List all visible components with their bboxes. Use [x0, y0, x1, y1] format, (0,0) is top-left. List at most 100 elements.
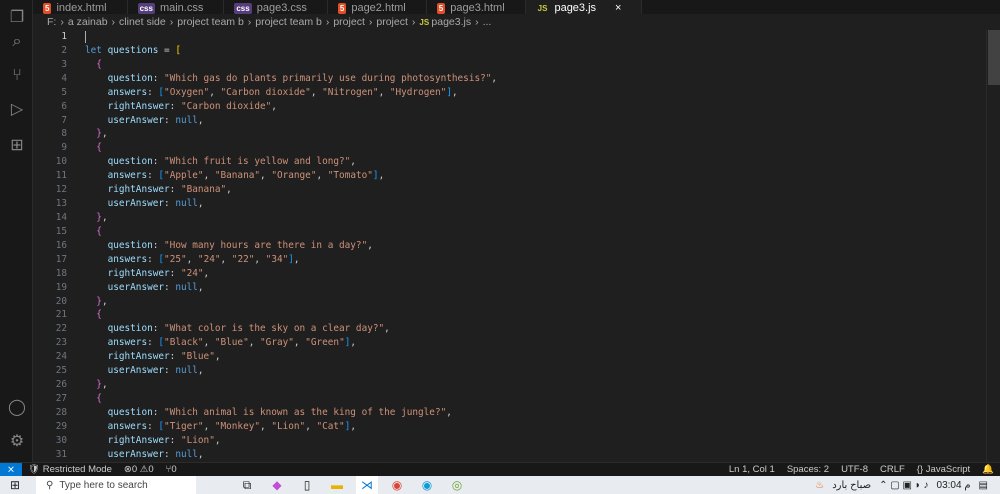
token-punc: :: [164, 281, 176, 293]
vscode-icon[interactable]: ⋊: [356, 476, 378, 494]
tab-page3-css[interactable]: css page3.css: [224, 0, 328, 14]
tray-icons[interactable]: ⌃ ▢ ▣ ◗ ♪: [879, 480, 928, 491]
chrome-icon[interactable]: ◉: [386, 476, 408, 494]
code-text: question: "Which gas do plants primarily…: [85, 72, 497, 86]
account-icon[interactable]: ◯: [7, 398, 27, 418]
token-str: "Which gas do plants primarily use durin…: [164, 72, 492, 84]
tab-main-css[interactable]: css main.css: [128, 0, 225, 14]
tab-label: page3.html: [450, 2, 505, 14]
line-ending[interactable]: CRLF: [880, 464, 905, 475]
settings-gear-icon[interactable]: ⚙: [7, 432, 27, 452]
windows-start-icon[interactable]: ⊞: [10, 478, 20, 492]
code-line: 30 rightAnswer: "Lion",: [33, 434, 986, 448]
token-str: "Banana": [180, 184, 227, 196]
tab-page2-html[interactable]: 5 page2.html: [328, 0, 427, 14]
token-punc: ,: [305, 420, 317, 432]
close-tab-icon[interactable]: ×: [615, 3, 621, 14]
breadcrumb-item[interactable]: clinet side: [119, 16, 166, 28]
chevron-right-icon: ›: [411, 16, 416, 28]
breadcrumb-item[interactable]: F:: [47, 16, 56, 28]
edge-icon[interactable]: ◉: [416, 476, 438, 494]
language-mode[interactable]: {} JavaScript: [917, 464, 970, 475]
breadcrumb-item[interactable]: project team b: [177, 16, 244, 28]
code-line: 16 question: "How many hours are there i…: [33, 239, 986, 253]
line-number: 8: [61, 128, 67, 140]
indentation[interactable]: Spaces: 2: [787, 464, 829, 475]
code-line: 3 {: [33, 58, 986, 72]
tab-page3-js[interactable]: JS page3.js ×: [525, 0, 643, 14]
file-icon[interactable]: ▯: [296, 476, 318, 494]
line-number: 9: [61, 142, 67, 154]
run-debug-icon[interactable]: ▷: [7, 100, 27, 120]
token-punc: ,: [101, 128, 108, 140]
token-var: answers: [107, 170, 148, 182]
encoding[interactable]: UTF-8: [841, 464, 868, 475]
html-file-icon: 5: [436, 3, 446, 14]
code-line: 7 userAnswer: null,: [33, 114, 986, 128]
token-keyword: let: [85, 44, 102, 56]
search-icon[interactable]: ⌕: [7, 32, 27, 52]
token-punc: [85, 142, 96, 153]
line-number: 21: [55, 309, 67, 321]
code-text: userAnswer: null,: [85, 114, 204, 128]
token-keyword: null: [175, 448, 198, 460]
file-explorer-icon[interactable]: ▬: [326, 476, 348, 494]
token-punc: :: [169, 100, 181, 112]
scrollbar-thumb[interactable]: [988, 30, 1000, 85]
line-number: 27: [55, 392, 67, 404]
code-line: 8 },: [33, 127, 986, 141]
token-punc: [85, 379, 96, 390]
breadcrumb-item[interactable]: project: [376, 16, 408, 28]
code-line: 31 userAnswer: null,: [33, 448, 986, 462]
token-punc: ,: [197, 365, 204, 377]
ports-count: 0: [171, 464, 177, 475]
remote-indicator-button[interactable]: ⨯: [0, 462, 22, 477]
weather-label[interactable]: صباح بارد: [832, 480, 871, 491]
notification-icon[interactable]: ▤: [979, 480, 988, 491]
source-control-icon[interactable]: ⑂: [7, 66, 27, 86]
token-punc: [85, 351, 108, 362]
css-file-icon: css: [137, 3, 155, 14]
ports-button[interactable]: ⑂0: [166, 464, 177, 475]
breadcrumb-item[interactable]: ...: [483, 16, 492, 28]
token-str: "22": [231, 253, 255, 265]
breadcrumb-item[interactable]: a zainab: [68, 16, 108, 28]
breadcrumb-item[interactable]: project: [333, 16, 365, 28]
code-line: 24 rightAnswer: "Blue",: [33, 350, 986, 364]
token-punc: [85, 393, 96, 404]
token-punc: ,: [378, 170, 385, 182]
explorer-icon[interactable]: ❐: [7, 8, 27, 28]
token-punc: :: [152, 323, 165, 335]
restricted-mode-button[interactable]: 🛡 Restricted Mode: [28, 464, 112, 475]
token-punc: ,: [350, 337, 357, 349]
token-var: answers: [107, 253, 148, 265]
line-number: 26: [55, 379, 67, 391]
text-cursor: [85, 31, 86, 43]
tab-index-html[interactable]: 5 index.html: [33, 0, 128, 14]
token-punc: ,: [197, 198, 204, 210]
extensions-icon[interactable]: ⊞: [7, 136, 27, 156]
breadcrumb-item[interactable]: project team b: [255, 16, 322, 28]
app-icon[interactable]: ◎: [446, 476, 468, 494]
copilot-icon[interactable]: ◆: [266, 476, 288, 494]
breadcrumb-item[interactable]: page3.js: [431, 16, 471, 28]
task-view-icon[interactable]: ⧉: [236, 476, 258, 494]
line-number: 5: [61, 86, 67, 98]
code-editor[interactable]: 1 2 let questions = [3 {4 question: "Which…: [33, 30, 986, 462]
tab-page3-html[interactable]: 5 page3.html: [427, 0, 526, 14]
token-punc: ,: [197, 281, 204, 293]
vertical-scrollbar[interactable]: [986, 30, 1000, 462]
search-placeholder: Type here to search: [59, 479, 148, 491]
cursor-position[interactable]: Ln 1, Col 1: [729, 464, 775, 475]
code-line: 26 },: [33, 378, 986, 392]
token-str: "Lion": [271, 420, 306, 432]
taskbar-search[interactable]: ⚲ Type here to search: [36, 476, 196, 494]
token-punc: [85, 268, 108, 279]
clock[interactable]: 03:04 م: [937, 480, 971, 491]
code-text: {: [85, 58, 102, 72]
problems-button[interactable]: ⊗0 ⚠0: [124, 464, 154, 475]
notifications-bell-icon[interactable]: 🔔: [982, 464, 994, 475]
token-punc: :: [147, 86, 159, 98]
line-number: 1: [61, 31, 67, 42]
code-line: 21 {: [33, 308, 986, 322]
